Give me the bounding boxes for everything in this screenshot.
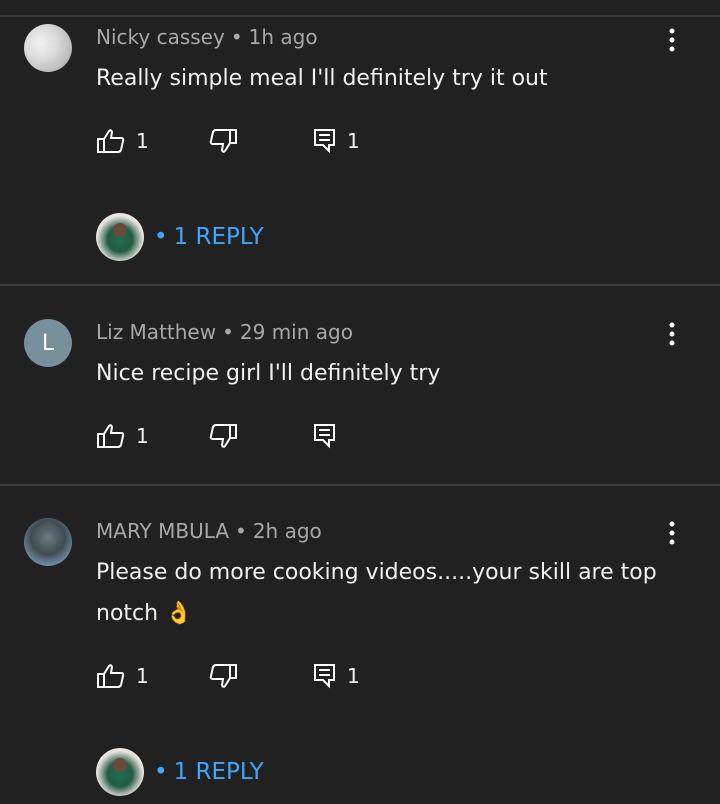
like-count: 1 [136, 424, 149, 448]
like-button[interactable]: 1 [96, 128, 149, 154]
separator-dot: • [154, 759, 168, 785]
view-replies-link[interactable]: • 1 REPLY [154, 224, 264, 250]
separator-dot: • [222, 320, 234, 344]
reply-button[interactable] [313, 423, 337, 449]
like-count: 1 [136, 129, 149, 153]
dislike-button[interactable] [208, 423, 238, 449]
thumbs-down-icon [209, 129, 237, 153]
reply-author-avatar [96, 748, 144, 796]
comment-author[interactable]: MARY MBULA [96, 519, 229, 543]
reply-button[interactable]: 1 [313, 128, 360, 154]
view-replies-button[interactable]: • 1 REPLY [96, 212, 264, 262]
comment-header: Nicky cassey • 1h ago [96, 25, 318, 49]
comment-author[interactable]: Nicky cassey [96, 25, 225, 49]
thumbs-up-icon [97, 424, 125, 448]
more-options-button[interactable] [660, 519, 684, 547]
comment-author[interactable]: Liz Matthew [96, 320, 216, 344]
reply-count: 1 [347, 664, 360, 688]
like-button[interactable]: 1 [96, 663, 149, 689]
view-replies-button[interactable]: • 1 REPLY [96, 747, 264, 797]
reply-author-avatar [96, 213, 144, 261]
separator-dot: • [154, 224, 168, 250]
thumbs-up-icon [97, 664, 125, 688]
reply-comment-icon [314, 664, 335, 689]
replies-label: 1 REPLY [173, 224, 264, 250]
comment-time: 2h ago [252, 519, 322, 543]
comment-text: Really simple meal I'll definitely try i… [96, 66, 548, 91]
thumbs-down-icon [209, 664, 237, 688]
separator-dot: • [235, 519, 247, 543]
comment-header: Liz Matthew • 29 min ago [96, 320, 353, 344]
divider [0, 15, 720, 17]
divider [0, 484, 720, 486]
dislike-button[interactable] [208, 128, 238, 154]
like-count: 1 [136, 664, 149, 688]
more-options-button[interactable] [660, 26, 684, 54]
more-vertical-icon [669, 28, 675, 52]
more-vertical-icon [669, 521, 675, 545]
avatar[interactable] [24, 518, 72, 566]
comment-header: MARY MBULA • 2h ago [96, 519, 322, 543]
more-vertical-icon [669, 322, 675, 346]
avatar[interactable]: L [24, 319, 72, 367]
reply-comment-icon [314, 129, 335, 154]
comment-text: Please do more cooking videos.....your s… [96, 560, 657, 626]
like-button[interactable]: 1 [96, 423, 149, 449]
divider [0, 284, 720, 286]
comment-time: 1h ago [248, 25, 318, 49]
thumbs-up-icon [97, 129, 125, 153]
reply-button[interactable]: 1 [313, 663, 360, 689]
thumbs-down-icon [209, 424, 237, 448]
reply-count: 1 [347, 129, 360, 153]
more-options-button[interactable] [660, 320, 684, 348]
separator-dot: • [230, 25, 243, 49]
comments-feed: Nicky cassey • 1h ago Really simple meal I… [0, 0, 720, 804]
avatar[interactable] [24, 24, 72, 72]
replies-label: 1 REPLY [173, 759, 264, 785]
reply-comment-icon [314, 424, 335, 449]
view-replies-link[interactable]: • 1 REPLY [154, 759, 264, 785]
comment-text: Nice recipe girl I'll definitely try [96, 361, 441, 386]
dislike-button[interactable] [208, 663, 238, 689]
comment-time: 29 min ago [239, 320, 353, 344]
